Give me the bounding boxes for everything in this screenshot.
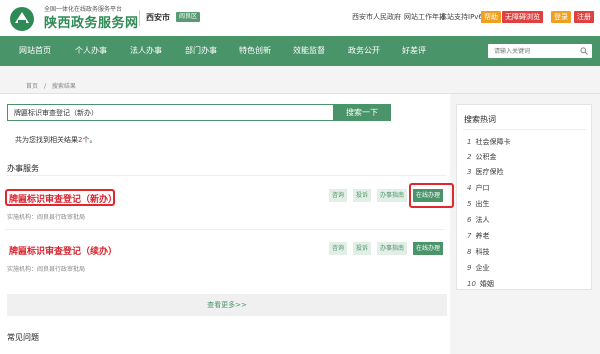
consult-button[interactable]: 咨询 — [329, 242, 348, 255]
hot-search-item[interactable]: 2 公积金 — [467, 152, 496, 162]
hot-search-item[interactable]: 3 医疗保险 — [467, 167, 503, 177]
hot-item-label: 医疗保险 — [475, 168, 504, 176]
hot-search-panel: 搜索热词 1 社会保障卡 2 公积金 3 医疗保险 4 户口 5 出生 6 法人 7 养老 8… — [456, 104, 592, 290]
guide-button[interactable]: 办事指南 — [377, 189, 408, 202]
service-title-new[interactable]: 牌匾标识审查登记（新办） — [9, 192, 117, 205]
nav-search-box — [488, 44, 592, 58]
hot-search-item[interactable]: 10 婚姻 — [467, 279, 494, 289]
search-button[interactable]: 搜索一下 — [333, 104, 391, 121]
accessibility-button[interactable]: 无障碍浏览 — [502, 11, 543, 23]
hot-search-item[interactable]: 7 养老 — [467, 231, 489, 241]
hot-search-item[interactable]: 8 科技 — [467, 247, 489, 257]
city-switch-button[interactable]: 阎良区 — [176, 12, 201, 22]
search-icon[interactable] — [580, 47, 588, 55]
nav-corporate[interactable]: 法人办事 — [130, 36, 162, 66]
hot-item-index: 6 — [467, 216, 472, 224]
complaint-button[interactable]: 投诉 — [353, 242, 372, 255]
section-title-services: 办事服务 — [7, 164, 39, 173]
hot-search-item[interactable]: 5 出生 — [467, 199, 489, 209]
online-apply-button[interactable]: 在线办理 — [413, 189, 444, 202]
hot-search-item[interactable]: 4 户口 — [467, 183, 489, 193]
hot-search-title: 搜索热词 — [464, 115, 496, 124]
nav-search-input[interactable] — [488, 44, 576, 58]
hot-item-index: 10 — [467, 280, 476, 288]
view-more-button[interactable]: 查看更多>> — [7, 294, 447, 316]
link-ipv6[interactable]: 本站支持IPv6 — [440, 12, 483, 22]
site-title[interactable]: 陕西政务服务网 — [44, 12, 139, 31]
nav-personal[interactable]: 个人办事 — [75, 36, 107, 66]
row-divider — [5, 229, 445, 230]
nav-evaluation[interactable]: 好差评 — [402, 36, 426, 66]
hot-search-item[interactable]: 1 社会保障卡 — [467, 137, 510, 147]
nav-supervision[interactable]: 效能监督 — [293, 36, 325, 66]
service-title-renew[interactable]: 牌匾标识审查登记（续办） — [9, 244, 117, 257]
hot-item-label: 法人 — [475, 216, 490, 224]
site-logo-icon[interactable] — [7, 5, 37, 33]
hot-item-label: 户口 — [475, 184, 490, 192]
online-apply-button[interactable]: 在线办理 — [413, 242, 444, 255]
hot-search-item[interactable]: 9 企业 — [467, 263, 489, 273]
login-button[interactable]: 登录 — [551, 11, 571, 23]
complaint-button[interactable]: 投诉 — [353, 189, 372, 202]
hot-item-index: 3 — [467, 168, 472, 176]
main-nav: 网站首页 个人办事 法人办事 部门办事 特色创新 效能监督 政务公开 好差评 — [0, 36, 600, 66]
hot-item-index: 2 — [467, 153, 472, 161]
breadcrumb-current: 搜索结果 — [51, 83, 76, 90]
search-box — [7, 104, 334, 121]
hot-item-index: 5 — [467, 200, 472, 208]
nav-innovation[interactable]: 特色创新 — [239, 36, 271, 66]
consult-button[interactable]: 咨询 — [329, 189, 348, 202]
hot-item-label: 社会保障卡 — [475, 138, 511, 146]
hot-item-label: 婚姻 — [479, 280, 494, 288]
hot-item-index: 1 — [467, 138, 472, 146]
header-divider — [139, 10, 140, 26]
hot-item-label: 公积金 — [475, 153, 497, 161]
breadcrumb-home[interactable]: 首页 — [26, 83, 38, 90]
hot-item-label: 企业 — [475, 264, 490, 272]
breadcrumb: 首页 / 搜索结果 — [26, 81, 76, 90]
hot-item-index: 4 — [467, 184, 472, 192]
hot-item-index: 7 — [467, 232, 472, 240]
result-count-prefix: 共为您找到相关结果 — [15, 136, 78, 144]
hot-item-label: 科技 — [475, 248, 490, 256]
top-header: 全国一体化在线政务服务平台 陕西政务服务网 西安市 阎良区 西安市人民政府 网站… — [0, 0, 600, 36]
register-button[interactable]: 注册 — [574, 11, 594, 23]
breadcrumb-separator: / — [43, 83, 46, 90]
hot-search-divider — [463, 129, 586, 130]
help-button[interactable]: 帮助 — [481, 11, 501, 23]
hot-item-index: 8 — [467, 248, 472, 256]
link-city-government[interactable]: 西安市人民政府 — [352, 12, 401, 22]
section-divider — [7, 175, 447, 176]
nav-public[interactable]: 政务公开 — [348, 36, 380, 66]
service-org: 实施机构：阎良县行政审批局 — [7, 266, 86, 273]
guide-button[interactable]: 办事指南 — [377, 242, 408, 255]
nav-home[interactable]: 网站首页 — [19, 36, 51, 66]
nav-department[interactable]: 部门办事 — [185, 36, 217, 66]
hot-item-label: 养老 — [475, 232, 490, 240]
hot-item-index: 9 — [467, 264, 472, 272]
current-city: 西安市 — [146, 13, 170, 22]
hot-item-label: 出生 — [475, 200, 490, 208]
result-count-suffix: 个。 — [82, 136, 97, 144]
search-input[interactable] — [8, 105, 328, 120]
hot-search-item[interactable]: 6 法人 — [467, 215, 489, 225]
result-count: 共为您找到相关结果2个。 — [15, 135, 96, 145]
section-title-faq: 常见问题 — [7, 333, 39, 342]
service-org: 实施机构：阎良县行政审批局 — [7, 214, 86, 221]
